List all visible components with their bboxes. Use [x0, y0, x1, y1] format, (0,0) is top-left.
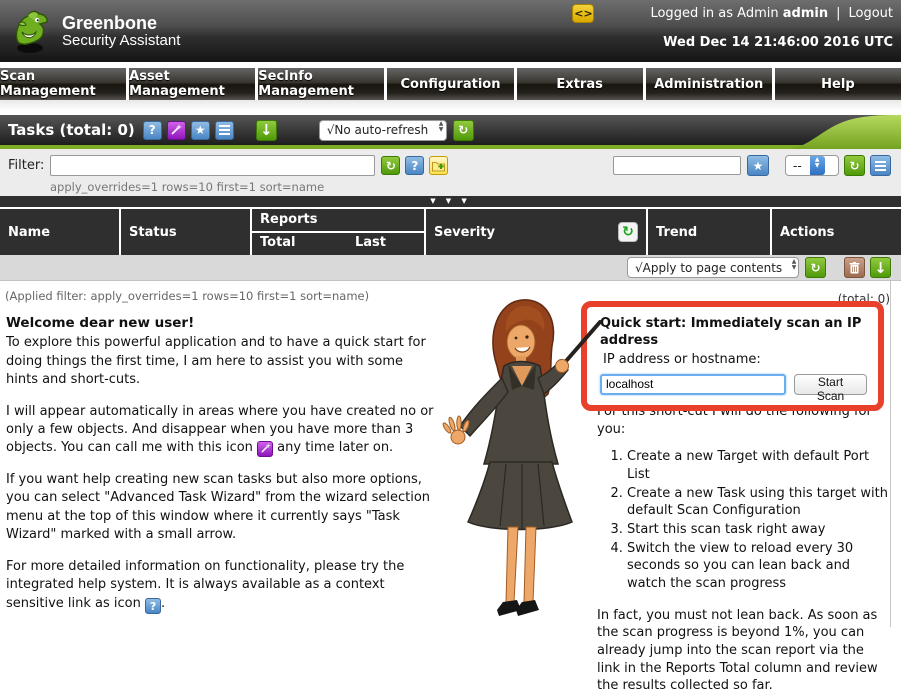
filter-section: Filter: ↻ ? apply_overrides=1 rows=10 fi… [0, 149, 901, 196]
tasks-toolbar: Tasks (total: 0) ? ★ ↓ √No auto-refresh … [0, 115, 901, 149]
brand-name: Greenbone [62, 14, 180, 33]
help-icon[interactable]: ? [143, 121, 162, 140]
column-reports-label[interactable]: Reports [252, 209, 424, 233]
main-navigation: Scan Management Asset Management SecInfo… [0, 62, 901, 115]
save-filter-star-icon[interactable]: ★ [747, 155, 769, 176]
folder-plus-glyph [432, 160, 445, 172]
column-reports-total[interactable]: Total [252, 233, 345, 255]
new-task-icon[interactable]: ★ [191, 121, 210, 140]
nav-extras[interactable]: Extras [517, 68, 643, 100]
list-glyph [875, 161, 886, 171]
apply-filter-refresh-icon[interactable]: ↻ [844, 155, 865, 176]
help-icon[interactable]: ? [145, 598, 161, 614]
bulk-select[interactable]: √Apply to page contents ▲▼ [627, 257, 799, 278]
applied-filter-text: (Applied filter: apply_overrides=1 rows=… [5, 289, 369, 303]
saved-filter-input[interactable] [613, 156, 741, 175]
list-view-icon[interactable] [215, 121, 234, 140]
wand-glyph [260, 443, 271, 454]
quickstart-host-label: IP address or hostname: [603, 352, 867, 367]
wizard-icon[interactable] [257, 441, 273, 457]
select-stepper: ▲▼ [790, 258, 798, 277]
column-drop-strip[interactable]: ▼ ▼ ▼ [0, 196, 901, 207]
brand-subtitle: Security Assistant [62, 33, 180, 49]
filter-help-icon[interactable]: ? [405, 156, 424, 175]
tasks-table-header: Name Status Reports Total Last Severity … [0, 207, 901, 255]
separator: | [836, 6, 840, 21]
column-reports: Reports Total Last [252, 209, 424, 255]
shortcut-step: Start this scan task right away [627, 521, 890, 539]
nav-secinfo-management[interactable]: SecInfo Management [258, 68, 384, 100]
column-status[interactable]: Status [121, 209, 250, 255]
brand: Greenbone Security Assistant [0, 0, 180, 54]
filter-preset-select[interactable]: -- ▲▼ [785, 155, 839, 176]
login-status: Logged in as Admin admin [650, 6, 828, 21]
login-username: admin [783, 6, 828, 21]
server-datetime: Wed Dec 14 21:46:00 2016 UTC [572, 35, 893, 50]
shortcut-step: Create a new Task using this target with… [627, 485, 890, 520]
column-name[interactable]: Name [0, 209, 119, 255]
filter-label: Filter: [8, 158, 44, 173]
column-severity: Severity ↻ [426, 209, 646, 255]
page-title: Tasks (total: 0) [8, 121, 135, 139]
trash-icon[interactable] [844, 257, 865, 278]
content-right-border [890, 281, 891, 627]
select-stepper: ▲▼ [436, 121, 445, 140]
welcome-panel: Welcome dear new user! To explore this p… [6, 314, 436, 627]
filter-list-icon[interactable] [870, 155, 891, 176]
select-stepper: ▲▼ [810, 156, 825, 175]
severity-sort-icon[interactable]: ↻ [618, 222, 638, 242]
start-scan-button[interactable]: Start Scan [794, 374, 867, 395]
quickstart-panel: Quick start: Immediately scan an IP addr… [581, 301, 884, 411]
wand-glyph [170, 124, 182, 136]
column-reports-last[interactable]: Last [347, 233, 424, 255]
main-content: (Applied filter: apply_overrides=1 rows=… [0, 281, 901, 627]
nav-administration[interactable]: Administration [646, 68, 772, 100]
nav-help[interactable]: Help [775, 68, 901, 100]
xml-source-icon[interactable]: <> [572, 4, 594, 23]
nav-shadow [0, 100, 901, 115]
app-header: Greenbone Security Assistant <> Logged i… [0, 0, 901, 62]
filter-hint: apply_overrides=1 rows=10 first=1 sort=n… [50, 180, 893, 194]
welcome-heading: Welcome dear new user! [6, 314, 436, 333]
trash-glyph [849, 262, 860, 274]
download-icon[interactable]: ↓ [256, 120, 277, 141]
bulk-refresh-icon[interactable]: ↻ [805, 257, 826, 278]
welcome-paragraph: For more detailed information on functio… [6, 558, 436, 615]
shortcut-steps: Create a new Target with default Port Li… [627, 448, 890, 592]
nav-configuration[interactable]: Configuration [387, 68, 513, 100]
bulk-download-icon[interactable]: ↓ [870, 257, 891, 278]
host-input[interactable] [600, 374, 786, 395]
filter-refresh-icon[interactable]: ↻ [381, 156, 400, 175]
welcome-paragraph: I will appear automatically in areas whe… [6, 403, 436, 458]
list-glyph [219, 125, 230, 135]
refresh-icon[interactable]: ↻ [453, 120, 474, 141]
quickstart-title: Quick start: Immediately scan an IP addr… [600, 316, 867, 350]
toolbar-green-swoosh [783, 115, 901, 149]
filter-input[interactable] [50, 155, 375, 176]
welcome-paragraph: To explore this powerful application and… [6, 334, 436, 389]
logout-link[interactable]: Logout [848, 6, 893, 21]
shortcut-step: Create a new Target with default Port Li… [627, 448, 890, 483]
quickstart-description: For this short-cut I will do the followi… [597, 403, 890, 695]
column-trend[interactable]: Trend [648, 209, 770, 255]
nav-asset-management[interactable]: Asset Management [129, 68, 255, 100]
auto-refresh-select[interactable]: √No auto-refresh ▲▼ [319, 120, 447, 141]
column-severity-label[interactable]: Severity [434, 225, 495, 240]
greenbone-logo-icon [10, 8, 52, 54]
shortcut-outro: In fact, you must not lean back. As soon… [597, 607, 890, 695]
nav-scan-management[interactable]: Scan Management [0, 68, 126, 100]
column-actions[interactable]: Actions [772, 209, 901, 255]
new-filter-icon[interactable] [429, 156, 448, 175]
welcome-paragraph: If you want help creating new scan tasks… [6, 471, 436, 545]
bulk-action-bar: √Apply to page contents ▲▼ ↻ ↓ [0, 255, 901, 281]
shortcut-step: Switch the view to reload every 30 secon… [627, 540, 890, 593]
wizard-icon[interactable] [167, 121, 186, 140]
